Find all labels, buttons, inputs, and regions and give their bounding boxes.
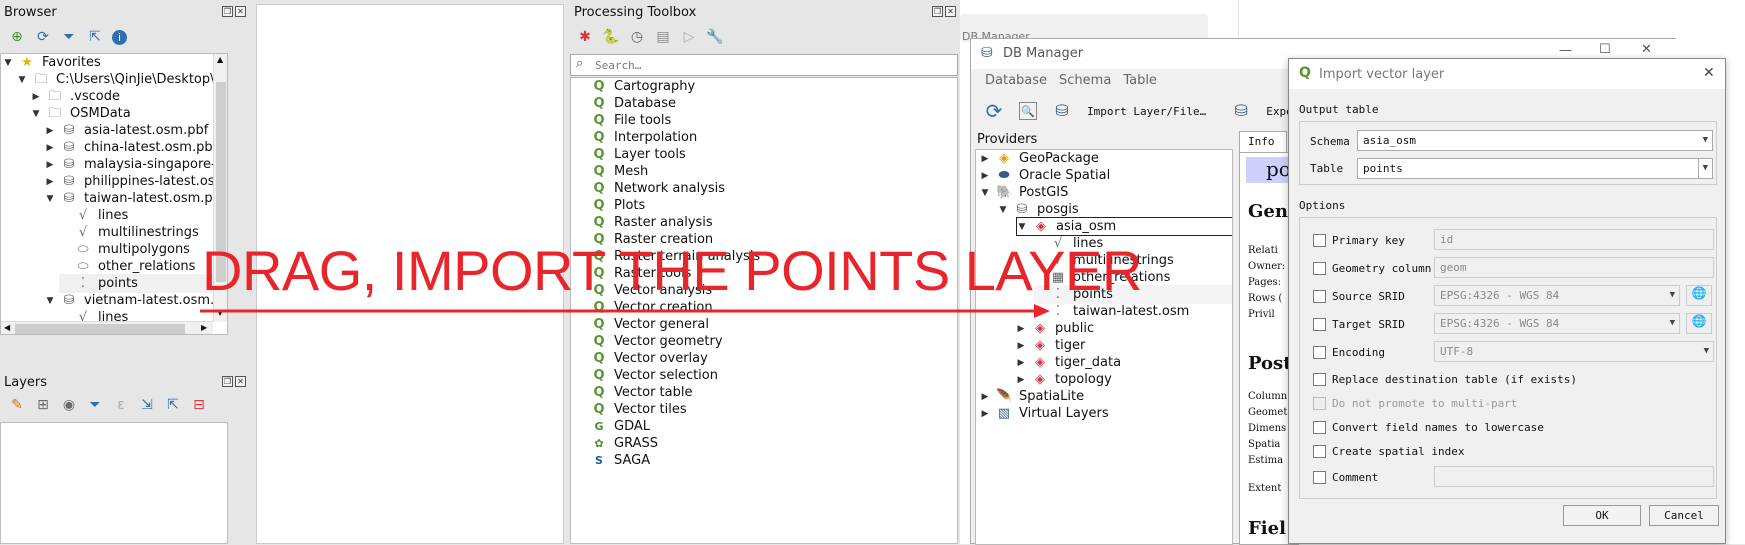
annotation-arrow [200, 304, 1050, 318]
arrow-head [1034, 304, 1050, 318]
